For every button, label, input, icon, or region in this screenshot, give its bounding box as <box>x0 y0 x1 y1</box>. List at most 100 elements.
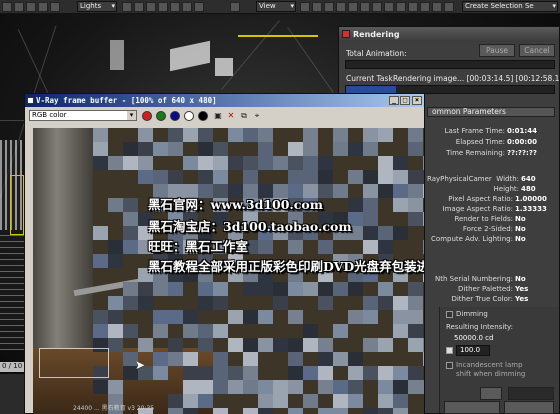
render-tile <box>363 212 378 226</box>
render-tile <box>213 142 228 156</box>
render-tile <box>333 282 348 296</box>
render-tile <box>183 352 198 366</box>
time-config-button[interactable] <box>508 387 554 400</box>
render-tile <box>393 310 408 324</box>
render-tile <box>348 352 363 366</box>
selection-filter-dropdown[interactable]: Lights <box>77 1 117 12</box>
render-tile <box>168 310 183 324</box>
link-icon[interactable] <box>26 2 36 12</box>
time-slider-label[interactable]: 0 / 10 <box>0 362 27 372</box>
key-mode-button[interactable] <box>480 387 502 400</box>
incandescent-checkbox[interactable] <box>446 362 453 369</box>
named-selection-dropdown[interactable]: Create Selection Se <box>462 1 558 12</box>
pause-button[interactable]: Pause <box>479 44 515 57</box>
render-tile <box>288 156 303 170</box>
playback-controls[interactable] <box>444 401 500 414</box>
render-tile <box>393 170 408 184</box>
duplicate-icon[interactable]: ⧉ <box>239 111 249 121</box>
mono-channel-toggle[interactable] <box>198 111 208 121</box>
mirror-icon[interactable] <box>396 2 406 12</box>
render-tile <box>378 226 393 240</box>
select-icon[interactable] <box>122 2 132 12</box>
render-tile <box>213 324 228 338</box>
time-remaining-value: ??:??:?? <box>507 149 537 157</box>
render-tile <box>333 184 348 198</box>
angle-snap-icon[interactable] <box>348 2 358 12</box>
align-icon[interactable] <box>408 2 418 12</box>
window-crossing-icon[interactable] <box>158 2 168 12</box>
vfb-titlebar[interactable]: V-Ray frame buffer - [100% of 640 x 480]… <box>25 94 424 107</box>
schematic-view-icon[interactable] <box>444 2 454 12</box>
snaps-toggle-icon[interactable] <box>336 2 346 12</box>
render-tile <box>183 408 198 414</box>
track-mouse-icon[interactable]: ⌖ <box>252 111 262 121</box>
render-tile <box>393 184 408 198</box>
nth-serial-value: No <box>515 275 526 283</box>
render-tile <box>393 156 408 170</box>
render-tile <box>303 338 318 352</box>
render-tile <box>363 408 378 414</box>
curve-editor-icon[interactable] <box>432 2 442 12</box>
render-tile <box>273 156 288 170</box>
pivot-icon[interactable] <box>300 2 310 12</box>
scale-icon[interactable] <box>194 2 204 12</box>
reference-coordinate-dropdown[interactable]: View <box>256 1 296 12</box>
cancel-button[interactable]: Cancel <box>519 44 555 57</box>
render-tile <box>243 310 258 324</box>
current-task-progress-fill <box>346 86 396 93</box>
render-canvas[interactable]: 黑石官网：www.3d100.com 黑石淘宝店：3d100.taobao.co… <box>33 128 424 414</box>
undo-icon[interactable] <box>2 2 12 12</box>
render-tile <box>258 310 273 324</box>
percent-snap-icon[interactable] <box>360 2 370 12</box>
common-parameters-header[interactable]: ommon Parameters <box>427 107 555 117</box>
layer-manager-icon[interactable] <box>420 2 430 12</box>
minimize-button[interactable]: _ <box>389 96 399 105</box>
region-render-box[interactable] <box>39 348 109 378</box>
render-tile <box>273 380 288 394</box>
render-tile <box>228 366 243 380</box>
percent-spinner[interactable]: 100.0 <box>456 345 490 356</box>
scene-mesh <box>215 58 233 76</box>
bind-icon[interactable] <box>50 2 60 12</box>
percent-checkbox[interactable] <box>446 347 453 354</box>
select-by-name-icon[interactable] <box>134 2 144 12</box>
keyboard-shortcut-icon[interactable] <box>324 2 334 12</box>
red-channel-toggle[interactable] <box>142 111 152 121</box>
green-channel-toggle[interactable] <box>156 111 166 121</box>
pixel-aspect-row: Pixel Aspect Ratio: 1.00000 <box>427 195 547 203</box>
rotate-icon[interactable] <box>182 2 192 12</box>
blue-channel-toggle[interactable] <box>170 111 180 121</box>
render-tile <box>198 156 213 170</box>
render-tile <box>168 170 183 184</box>
select-manipulate-icon[interactable] <box>312 2 322 12</box>
maximize-button[interactable]: □ <box>400 96 410 105</box>
dimming-checkbox[interactable] <box>446 311 453 318</box>
unlink-icon[interactable] <box>38 2 48 12</box>
camera-name: RayPhysicalCamer <box>427 175 492 183</box>
render-tile <box>273 394 288 408</box>
render-tile <box>363 366 378 380</box>
redo-icon[interactable] <box>14 2 24 12</box>
render-tile <box>318 240 333 254</box>
close-button[interactable]: × <box>412 96 422 105</box>
navigation-controls[interactable] <box>504 401 554 414</box>
adv-lighting-value: No <box>515 235 526 243</box>
move-icon[interactable] <box>170 2 180 12</box>
nth-serial-label: Nth Serial Numbering: <box>435 275 513 283</box>
rendering-titlebar[interactable]: Rendering <box>339 27 559 42</box>
region-select-icon[interactable] <box>146 2 156 12</box>
channel-select[interactable]: RGB color <box>29 110 137 121</box>
render-tile <box>198 170 213 184</box>
last-frame-time-value: 0:01:44 <box>507 127 537 135</box>
alpha-channel-toggle[interactable] <box>184 111 194 121</box>
render-tile <box>348 170 363 184</box>
save-icon[interactable]: ▣ <box>213 111 223 121</box>
render-tile <box>363 226 378 240</box>
render-tile <box>243 380 258 394</box>
render-tile <box>153 170 168 184</box>
clear-icon[interactable]: ✕ <box>226 111 236 121</box>
snap-icon[interactable] <box>230 2 240 12</box>
edit-named-selection-icon[interactable] <box>384 2 394 12</box>
spinner-snap-icon[interactable] <box>372 2 382 12</box>
image-aspect-label: Image Aspect Ratio: <box>442 205 513 213</box>
